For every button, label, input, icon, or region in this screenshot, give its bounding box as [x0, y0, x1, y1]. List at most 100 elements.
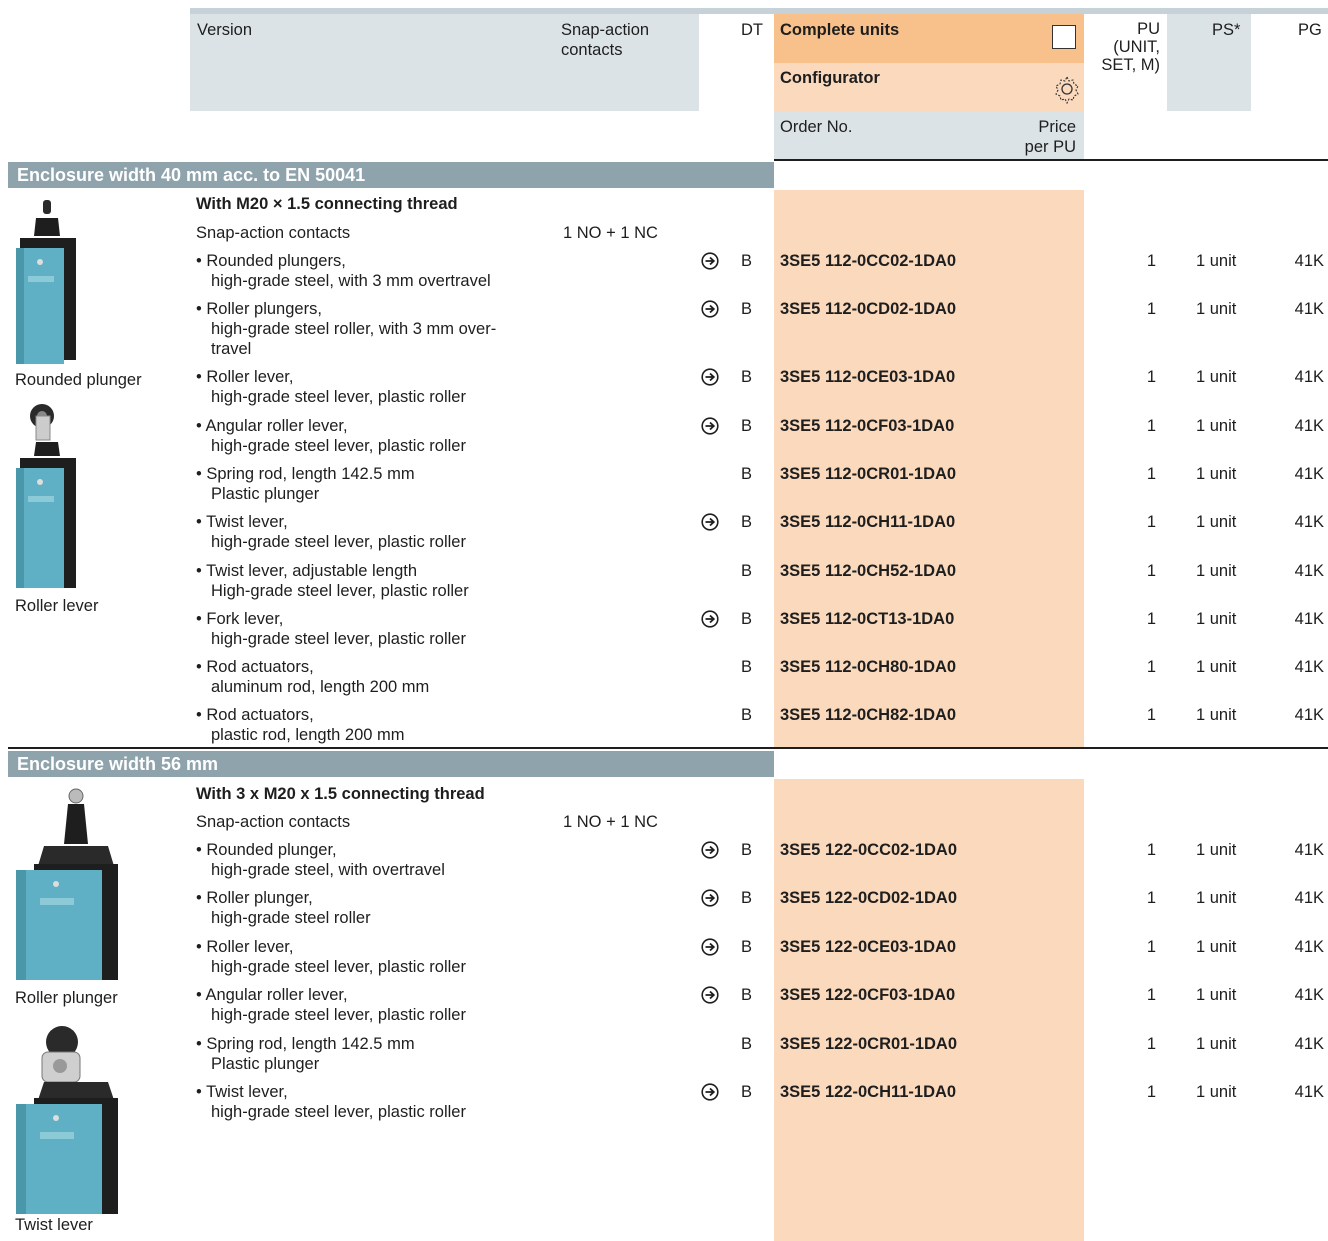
order-number[interactable]: 3SE5 112-0CH80-1DA0 [780, 657, 956, 677]
order-number[interactable]: 3SE5 122-0CH11-1DA0 [780, 1082, 956, 1102]
image-caption: Roller plunger [15, 989, 118, 1007]
price-group: 41K [1294, 889, 1324, 907]
order-number[interactable]: 3SE5 112-0CH11-1DA0 [780, 512, 955, 532]
packaging-size: 1 unit [1196, 1035, 1237, 1053]
complete-units-label: Complete units [780, 21, 900, 39]
row-description-line2: aluminum rod, length 200 mm [211, 678, 430, 696]
delivery-time: B [741, 1035, 753, 1053]
contacts-label: Snap-action contacts [196, 224, 351, 242]
packaging-size: 1 unit [1196, 368, 1237, 386]
col-price-header: Price per PU [1024, 118, 1076, 156]
packaging-unit: 1 [1146, 610, 1156, 628]
price-group: 41K [1294, 562, 1324, 580]
col-dt-header: DT [741, 21, 763, 39]
col-snap-header: Snap-action contacts [561, 21, 650, 59]
packaging-size: 1 unit [1196, 658, 1237, 676]
row-description: • Fork lever, high-grade steel lever, pla… [196, 609, 556, 649]
price-group: 41K [1294, 658, 1324, 676]
order-number[interactable]: 3SE5 122-0CC02-1DA0 [780, 840, 957, 860]
order-number[interactable]: 3SE5 112-0CF03-1DA0 [780, 416, 954, 436]
delivery-time: B [741, 658, 753, 676]
section-title: Enclosure width 40 mm acc. to EN 50041 [8, 162, 774, 188]
row-description-line1: • Rounded plunger, [196, 841, 337, 859]
arrow-right-icon [701, 610, 719, 628]
packaging-size: 1 unit [1196, 562, 1237, 580]
packaging-unit: 1 [1146, 1083, 1156, 1101]
delivery-time: B [741, 986, 753, 1004]
order-number[interactable]: 3SE5 112-0CH52-1DA0 [780, 561, 956, 581]
col-version-header: Version [197, 21, 253, 39]
price-group: 41K [1294, 1083, 1324, 1101]
order-number[interactable]: 3SE5 122-0CR01-1DA0 [780, 1034, 957, 1054]
gear-icon[interactable] [1052, 74, 1082, 104]
row-description-line2: high-grade steel lever, plastic roller [211, 958, 466, 976]
order-number[interactable]: 3SE5 112-0CT13-1DA0 [780, 609, 954, 629]
price-group: 41K [1294, 417, 1324, 435]
delivery-time: B [741, 368, 753, 386]
row-description-line1: • Twist lever, [196, 1083, 288, 1101]
row-description-line2: high-grade steel lever, plastic roller [211, 1103, 466, 1121]
order-number[interactable]: 3SE5 122-0CE03-1DA0 [780, 937, 956, 957]
packaging-size: 1 unit [1196, 465, 1237, 483]
delivery-time: B [741, 841, 753, 859]
packaging-unit: 1 [1146, 841, 1156, 859]
price-group: 41K [1294, 252, 1324, 270]
arrow-right-icon [701, 986, 719, 1004]
order-number[interactable]: 3SE5 112-0CD02-1DA0 [780, 299, 956, 319]
order-number[interactable]: 3SE5 122-0CD02-1DA0 [780, 888, 957, 908]
order-number[interactable]: 3SE5 112-0CR01-1DA0 [780, 464, 956, 484]
row-description-line2: high-grade steel lever, plastic roller [211, 630, 466, 648]
row-description-line1: • Angular roller lever, [196, 986, 348, 1004]
price-group: 41K [1294, 938, 1324, 956]
order-number[interactable]: 3SE5 112-0CE03-1DA0 [780, 367, 955, 387]
col-ps-header: PS* [1212, 21, 1241, 39]
order-number[interactable]: 3SE5 122-0CF03-1DA0 [780, 985, 955, 1005]
packaging-unit: 1 [1146, 368, 1156, 386]
row-description: • Roller lever, high-grade steel lever, p… [196, 367, 556, 407]
arrow-right-icon [701, 841, 719, 859]
row-description: • Twist lever, high-grade steel lever, pl… [196, 1082, 556, 1122]
delivery-time: B [741, 562, 753, 580]
row-description-line1: • Spring rod, length 142.5 mm [196, 465, 415, 483]
row-description-line1: • Angular roller lever, [196, 417, 348, 435]
arrow-right-icon [701, 252, 719, 270]
packaging-size: 1 unit [1196, 938, 1237, 956]
arrow-right-icon [701, 889, 719, 907]
packaging-size: 1 unit [1196, 417, 1237, 435]
packaging-unit: 1 [1146, 658, 1156, 676]
row-description-line2: plastic rod, length 200 mm [211, 726, 405, 744]
order-number[interactable]: 3SE5 112-0CH82-1DA0 [780, 705, 956, 725]
price-group: 41K [1294, 465, 1324, 483]
header-bottom-rule [774, 159, 1328, 161]
row-description: • Rounded plungers, high-grade steel, wit… [196, 251, 556, 291]
delivery-time: B [741, 938, 753, 956]
packaging-unit: 1 [1146, 706, 1156, 724]
complete-units-checkbox[interactable] [1052, 25, 1076, 49]
row-description-line2: high-grade steel, with overtravel [211, 861, 445, 879]
order-number[interactable]: 3SE5 112-0CC02-1DA0 [780, 251, 956, 271]
price-group: 41K [1294, 513, 1324, 531]
packaging-size: 1 unit [1196, 841, 1237, 859]
packaging-unit: 1 [1146, 513, 1156, 531]
row-description-line2: high-grade steel, with 3 mm overtravel [211, 272, 491, 290]
subheading: With 3 x M20 x 1.5 connecting thread [196, 785, 485, 803]
delivery-time: B [741, 252, 753, 270]
delivery-time: B [741, 300, 753, 318]
delivery-time: B [741, 889, 753, 907]
col-pg-header: PG [1298, 21, 1322, 39]
row-description-line1: • Fork lever, [196, 610, 284, 628]
packaging-unit: 1 [1146, 562, 1156, 580]
packaging-size: 1 unit [1196, 252, 1237, 270]
row-description: • Roller plungers, high-grade steel rolle… [196, 299, 556, 359]
price-group: 41K [1294, 841, 1324, 859]
delivery-time: B [741, 513, 753, 531]
delivery-time: B [741, 465, 753, 483]
packaging-unit: 1 [1146, 889, 1156, 907]
packaging-unit: 1 [1146, 417, 1156, 435]
arrow-right-icon [701, 300, 719, 318]
row-description-line1: • Spring rod, length 142.5 mm [196, 1035, 415, 1053]
packaging-size: 1 unit [1196, 986, 1237, 1004]
row-description: • Angular roller lever, high-grade steel … [196, 985, 556, 1025]
row-description-line1: • Twist lever, adjustable length [196, 562, 418, 580]
price-group: 41K [1294, 368, 1324, 386]
